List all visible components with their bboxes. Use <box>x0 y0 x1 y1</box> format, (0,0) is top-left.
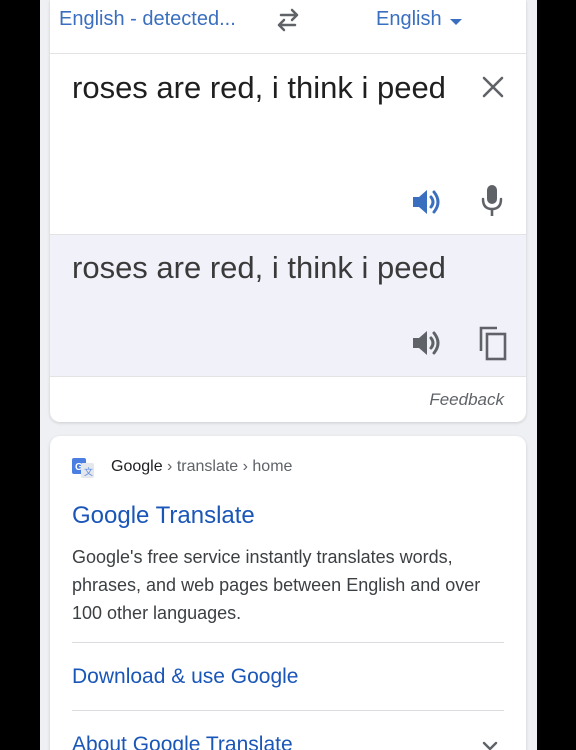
google-translate-favicon: G 文 <box>72 458 94 478</box>
sitelink-about[interactable]: About Google Translate <box>72 733 293 750</box>
feedback-row: Feedback <box>50 376 526 422</box>
breadcrumb-site: Google <box>111 458 163 475</box>
translation-result-text: roses are red, i think i peed <box>72 250 446 285</box>
result-title-link[interactable]: Google Translate <box>72 502 255 530</box>
source-language-selector[interactable]: English - detected... <box>59 8 236 31</box>
source-text[interactable]: roses are red, i think i peed <box>72 69 452 107</box>
speaker-icon[interactable] <box>410 327 442 359</box>
feedback-link[interactable]: Feedback <box>429 390 504 410</box>
caret-down-icon[interactable] <box>450 19 462 25</box>
breadcrumb-path: › translate › home <box>162 458 293 475</box>
microphone-icon[interactable] <box>480 184 504 218</box>
copy-icon[interactable] <box>478 325 508 361</box>
close-icon[interactable] <box>480 74 506 100</box>
chevron-down-icon[interactable] <box>482 741 498 750</box>
result-breadcrumb: Google › translate › home <box>111 458 292 476</box>
sitelink-download[interactable]: Download & use Google <box>72 665 298 689</box>
result-snippet: Google's free service instantly translat… <box>72 547 481 623</box>
swap-arrows-icon[interactable] <box>272 6 304 34</box>
source-input-area[interactable]: roses are red, i think i peed <box>50 54 526 234</box>
svg-text:文: 文 <box>84 466 93 478</box>
phone-screen: English - detected... English roses are … <box>40 0 537 750</box>
translation-result-area: roses are red, i think i peed <box>50 234 526 376</box>
divider <box>72 710 504 711</box>
search-result-card: G 文 Google › translate › home Google Tra… <box>50 436 526 750</box>
divider <box>72 642 504 643</box>
target-language-selector[interactable]: English <box>376 8 442 31</box>
translate-card: English - detected... English roses are … <box>50 0 526 422</box>
language-bar: English - detected... English <box>50 0 526 54</box>
speaker-icon[interactable] <box>410 186 442 218</box>
